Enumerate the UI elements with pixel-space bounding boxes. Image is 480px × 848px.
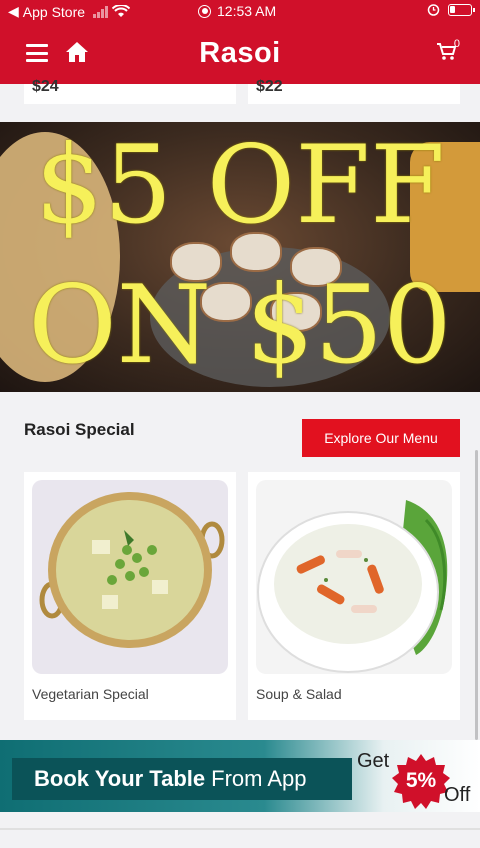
status-bar-center: 12:53 AM [198,3,276,19]
book-table-bold-text: Book Your Table [34,766,206,791]
battery-icon [448,3,475,16]
wifi-icon [112,5,131,17]
scrollbar[interactable] [475,450,478,740]
get-text: Get [357,750,390,772]
off-text: Off [444,784,471,806]
item-price: $22 [256,78,283,95]
status-bar-right [427,3,475,16]
vegetable-curry-bowl-image [32,480,228,674]
previous-items-strip: $24 $22 [0,78,480,116]
app-header: Rasoi 0 [0,22,480,84]
special-card-vegetarian[interactable]: Vegetarian Special [24,472,236,720]
promo-headline-line1: $5 OFF [34,123,446,248]
divider [0,828,480,830]
back-arrow-icon[interactable]: ◀ [8,3,19,20]
promo-headline-line2: ON $50 [28,263,452,388]
status-bar: ◀ App Store 12:53 AM [0,0,480,22]
signal-icon [93,5,109,18]
screen-record-icon [198,4,211,18]
price-card[interactable]: $24 [24,78,236,104]
explore-menu-button[interactable]: Explore Our Menu [302,419,460,457]
promo-banner[interactable]: $5 OFF ON $50 [0,122,480,392]
card-label: Vegetarian Special [32,686,149,702]
status-time: 12:53 AM [217,3,277,19]
discount-badge-icon: 5% [392,753,450,811]
back-app-label[interactable]: App Store [23,4,85,20]
section-title-rasoi-special: Rasoi Special [24,420,135,439]
item-price: $24 [32,78,59,95]
status-bar-left: ◀ App Store [8,3,131,20]
price-card[interactable]: $22 [248,78,460,104]
book-table-rest-text: From App [211,766,307,791]
book-table-box: Book Your Table From App [12,758,352,800]
special-card-soup-salad[interactable]: Soup & Salad [248,472,460,720]
discount-percent: 5% [405,769,437,792]
alarm-icon [427,4,440,16]
cart-count-badge: 0 [453,38,460,50]
soup-bowl-image [256,480,452,674]
app-title: Rasoi [199,37,281,69]
booking-banner[interactable]: Book Your Table From App Get 5% Off [0,740,480,812]
card-label: Soup & Salad [256,686,342,702]
